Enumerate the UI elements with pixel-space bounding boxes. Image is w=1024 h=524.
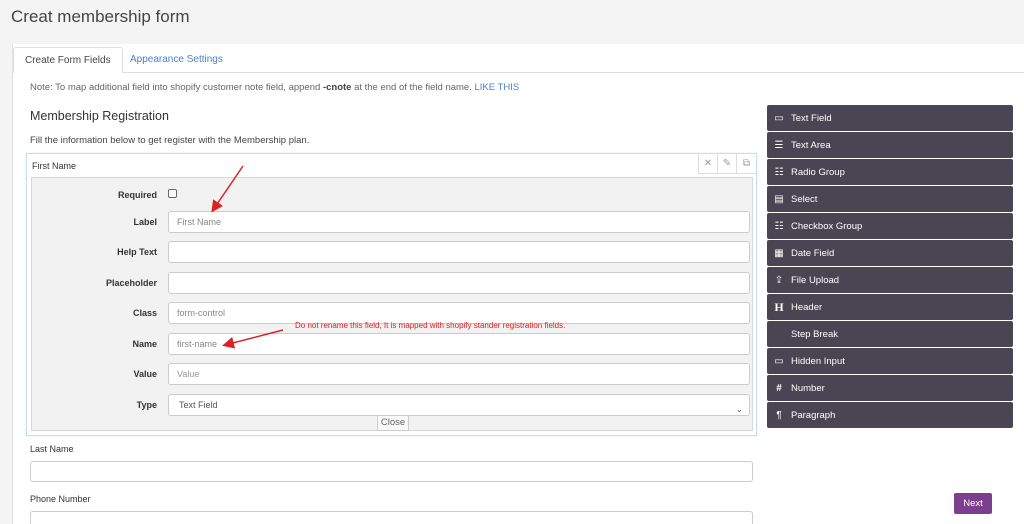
palette-item-number[interactable]: # Number (767, 375, 1013, 401)
annotation-note: Do not rename this field, It is mapped w… (295, 321, 566, 330)
type-select[interactable]: Text Field ⌄ (168, 394, 750, 416)
field-palette: ▭ Text Field ☰ Text Area ☷ Radio Group ▤ Sel… (767, 105, 1013, 429)
checkbox-group-icon: ☷ (774, 220, 784, 232)
name-input[interactable]: first-name (168, 333, 750, 355)
number-icon: # (776, 382, 782, 394)
form-title: Membership Registration (30, 109, 169, 123)
phone-number-input[interactable] (30, 511, 753, 524)
placeholder-input[interactable] (168, 272, 750, 294)
chevron-down-icon: ⌄ (735, 404, 743, 414)
edit-icon[interactable]: ✎ (718, 154, 737, 173)
last-name-label: Last Name (30, 444, 74, 454)
palette-item-label: Step Break (791, 328, 838, 340)
note-prefix: Note: To map additional field into shopi… (30, 82, 323, 93)
help-text-label: Help Text (117, 247, 157, 257)
tabs-divider (13, 72, 1024, 73)
first-name-field-block[interactable]: First Name ✕ ✎ ⧉ Required Label First Na… (26, 153, 757, 436)
select-icon: ▤ (774, 193, 784, 205)
field-label: First Name (32, 161, 77, 171)
palette-item-paragraph[interactable]: ¶ Paragraph (767, 402, 1013, 428)
note-text: Note: To map additional field into shopi… (30, 82, 519, 93)
close-button[interactable]: Close (377, 415, 409, 431)
palette-item-label: Header (791, 301, 823, 313)
palette-item-label: Radio Group (791, 166, 845, 178)
text-field-icon: ▭ (774, 112, 784, 124)
palette-item-text-area[interactable]: ☰ Text Area (767, 132, 1013, 158)
copy-icon[interactable]: ⧉ (737, 154, 756, 173)
palette-item-step-break[interactable]: Step Break (767, 321, 1013, 347)
palette-item-text-field[interactable]: ▭ Text Field (767, 105, 1013, 131)
tab-create-form-fields[interactable]: Create Form Fields (13, 47, 123, 73)
required-checkbox[interactable] (168, 189, 177, 198)
palette-item-label: Checkbox Group (791, 220, 863, 232)
note-suffix: at the end of the field name. (351, 82, 475, 93)
palette-item-label: Text Area (791, 139, 831, 151)
like-this-link[interactable]: LIKE THIS (475, 82, 520, 93)
field-actions: ✕ ✎ ⧉ (698, 154, 756, 174)
remove-icon[interactable]: ✕ (699, 154, 718, 173)
form-description: Fill the information below to get regist… (30, 135, 310, 146)
palette-item-label: Select (791, 193, 818, 205)
note-code: -cnote (322, 82, 352, 93)
palette-item-label: Text Field (791, 112, 832, 124)
label-input[interactable]: First Name (168, 211, 750, 233)
palette-item-label: Paragraph (791, 409, 836, 421)
tab-appearance-settings[interactable]: Appearance Settings (119, 47, 234, 73)
field-edit-panel: Required Label First Name Help Text Plac… (31, 177, 753, 431)
placeholder-label: Placeholder (105, 278, 157, 288)
palette-item-label: Date Field (791, 247, 835, 259)
palette-item-radio-group[interactable]: ☷ Radio Group (767, 159, 1013, 185)
calendar-icon: ▦ (774, 247, 784, 259)
type-select-value: Text Field (179, 400, 218, 410)
text-area-icon: ☰ (774, 139, 784, 151)
next-button[interactable]: Next (954, 493, 992, 514)
palette-item-label: Hidden Input (791, 355, 845, 367)
palette-item-label: File Upload (791, 274, 840, 286)
value-label: Value (133, 369, 157, 379)
type-label: Type (136, 400, 157, 410)
label-label: Label (133, 217, 157, 227)
palette-item-hidden-input[interactable]: ▭ Hidden Input (767, 348, 1013, 374)
paragraph-icon: ¶ (776, 409, 782, 421)
radio-group-icon: ☷ (774, 166, 784, 178)
value-input[interactable]: Value (168, 363, 750, 385)
name-label: Name (132, 339, 157, 349)
palette-item-select[interactable]: ▤ Select (767, 186, 1013, 212)
page-title: Creat membership form (11, 7, 190, 26)
required-label: Required (117, 190, 157, 200)
phone-number-label: Phone Number (30, 494, 91, 504)
palette-item-header[interactable]: H Header (767, 294, 1013, 320)
upload-icon: ⇪ (774, 274, 784, 286)
palette-item-file-upload[interactable]: ⇪ File Upload (767, 267, 1013, 293)
palette-item-checkbox-group[interactable]: ☷ Checkbox Group (767, 213, 1013, 239)
class-label: Class (132, 308, 157, 318)
help-text-input[interactable] (168, 241, 750, 263)
last-name-input[interactable] (30, 461, 753, 482)
palette-item-label: Number (791, 382, 825, 394)
palette-item-date-field[interactable]: ▦ Date Field (767, 240, 1013, 266)
header-icon: H (774, 299, 784, 314)
hidden-input-icon: ▭ (774, 355, 784, 367)
